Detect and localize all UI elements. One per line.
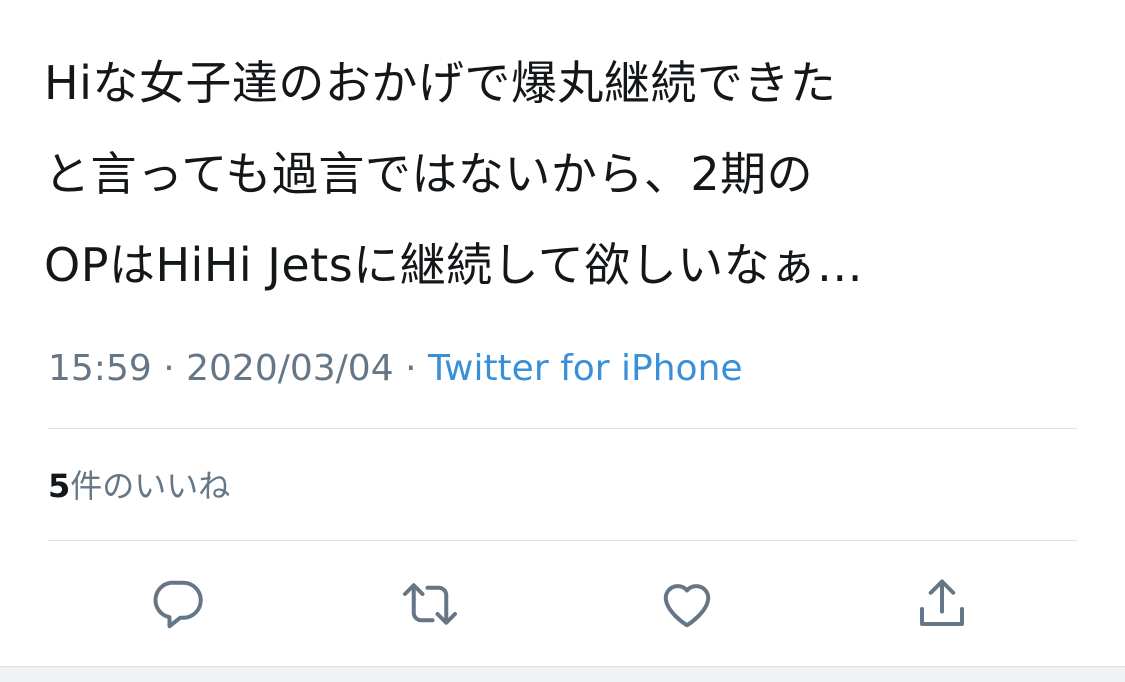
tweet-text-line-2: と言っても過言ではないから、2期の [44,147,814,201]
divider [48,540,1077,541]
likes-label: 件のいいね [70,467,231,505]
tweet-text-line-3: OPはHiHi Jetsに継続して欲しいなぁ… [44,238,864,292]
divider [48,428,1077,429]
tweet-text-line-1: Hiな女子達のおかげで爆丸継続できた [44,56,837,110]
meta-separator: · [163,348,175,389]
share-button[interactable] [910,572,974,636]
tweet-meta: 15:59 · 2020/03/04 · Twitter for iPhone [48,344,743,394]
retweet-arrows-icon [403,583,457,625]
speech-bubble-icon [153,580,203,629]
like-button[interactable] [655,572,719,636]
tweet-text: Hiな女子達のおかげで爆丸継続できた と言っても過言ではないから、2期の OPは… [44,38,1094,311]
bottom-divider-bar [0,666,1125,682]
meta-separator: · [405,348,417,389]
retweet-button[interactable] [398,572,462,636]
tweet-time: 15:59 [48,348,152,389]
tweet-source-link[interactable]: Twitter for iPhone [428,348,743,389]
reply-button[interactable] [145,572,209,636]
share-upload-icon [920,579,964,626]
likes-count: 5 [48,467,71,505]
heart-outline-icon [663,584,711,628]
tweet-date: 2020/03/04 [186,348,394,389]
likes-summary[interactable]: 5件のいいね [48,460,230,512]
